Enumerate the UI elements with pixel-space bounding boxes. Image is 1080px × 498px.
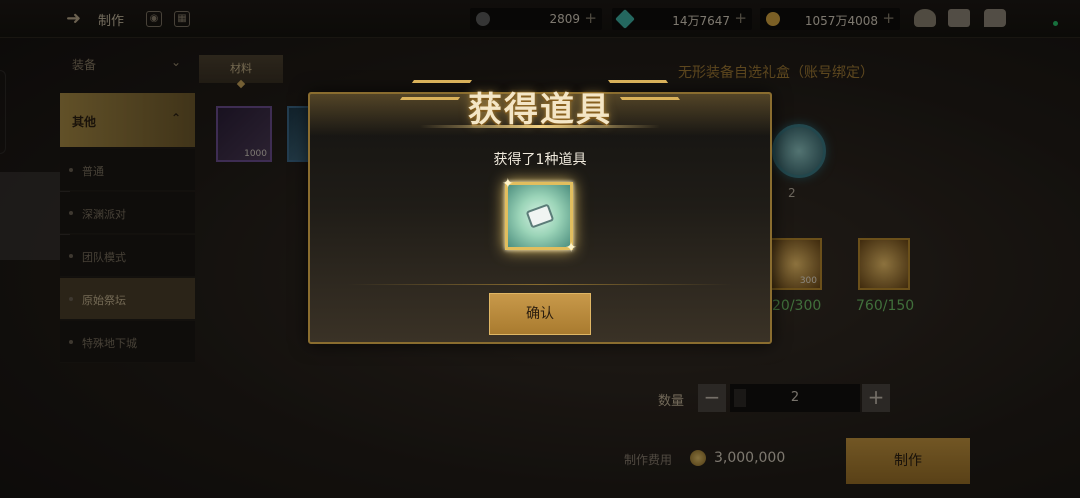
- quantity-slider-knob[interactable]: [734, 389, 746, 407]
- category-other[interactable]: 其他 ⌃: [60, 93, 195, 147]
- recipe-title: 无形装备自选礼盒（账号绑定）: [678, 65, 874, 81]
- currency-slot-3: 1057万4008 +: [760, 8, 900, 30]
- cost-value: 3,000,000: [714, 450, 786, 466]
- quantity-label: 数量: [658, 394, 685, 409]
- sparkle-icon: ✦: [565, 240, 577, 256]
- dialog-message: 获得了1种道具: [493, 152, 587, 168]
- gold-coin-icon: [690, 450, 706, 466]
- ingredient-slot[interactable]: [858, 238, 910, 290]
- recipe-output-icon[interactable]: [772, 124, 826, 178]
- gem-currency-icon: [615, 9, 635, 29]
- bag-icon[interactable]: [914, 9, 936, 27]
- quantity-increase-button[interactable]: +: [862, 384, 890, 412]
- currency-value: 14万7647: [672, 14, 730, 28]
- currency-value: 1057万4008: [804, 14, 878, 28]
- chevron-up-icon: ⌃: [170, 111, 181, 125]
- subcategory-item[interactable]: 普通: [60, 149, 195, 191]
- add-currency-button[interactable]: +: [882, 9, 895, 27]
- back-arrow-icon[interactable]: ➜: [66, 9, 88, 29]
- material-slot[interactable]: 1000: [216, 106, 272, 162]
- add-currency-button[interactable]: +: [734, 9, 747, 27]
- book-icon[interactable]: ▦: [174, 11, 190, 27]
- add-currency-button[interactable]: +: [584, 9, 597, 27]
- eye-icon[interactable]: ◉: [146, 11, 162, 27]
- tab-materials[interactable]: 材料: [199, 55, 283, 83]
- cost-label: 制作费用: [624, 453, 673, 467]
- dialog-divider: [348, 284, 732, 285]
- moon-currency-icon: [476, 12, 490, 26]
- quantity-decrease-button[interactable]: −: [698, 384, 726, 412]
- ingredient-count: 300: [799, 276, 817, 286]
- ingredient-ratio: 20/300: [772, 298, 822, 314]
- status-dot: [1053, 21, 1058, 26]
- page-title: 制作: [98, 14, 125, 29]
- output-count: 2: [788, 186, 796, 200]
- quantity-value: 2: [790, 390, 800, 405]
- subcategory-item[interactable]: 特殊地下城: [60, 321, 195, 363]
- sparkle-icon: ✦: [502, 176, 514, 192]
- reward-item-icon[interactable]: ✦ ✦: [502, 176, 577, 256]
- craft-button[interactable]: 制作: [846, 438, 970, 484]
- top-bar: ➜ 制作 ◉ ▦ 2809 + 14万7647 + 1057万4008 +: [0, 0, 1080, 38]
- subcategory-item-active[interactable]: 原始祭坛: [60, 278, 195, 320]
- material-count: 1000: [244, 149, 267, 159]
- screen-edge-handle: [0, 70, 6, 154]
- banner-glow: [420, 125, 660, 128]
- ingredient-ratio: 760/150: [856, 298, 915, 314]
- currency-slot-2: 14万7647 +: [612, 8, 752, 30]
- subcategory-item[interactable]: 深渊派对: [60, 192, 195, 234]
- category-label: 装备: [72, 58, 97, 72]
- mail-icon[interactable]: [948, 9, 970, 27]
- confirm-button[interactable]: 确认: [489, 293, 591, 335]
- quantity-input[interactable]: 2: [730, 384, 860, 412]
- subcategory-item[interactable]: 团队模式: [60, 235, 195, 277]
- ingredient-slot[interactable]: 300: [770, 238, 822, 290]
- currency-value: 2809: [549, 12, 580, 26]
- category-label: 其他: [72, 115, 97, 129]
- chevron-down-icon: ⌄: [170, 55, 181, 69]
- reward-banner: 获得道具: [399, 74, 681, 130]
- currency-slot-1: 2809 +: [470, 8, 602, 30]
- crafting-screen: ➜ 制作 ◉ ▦ 2809 + 14万7647 + 1057万4008 + 装备…: [0, 0, 1080, 498]
- dialog-title: 获得道具: [468, 90, 612, 130]
- item-emblem: [525, 203, 555, 229]
- chat-icon[interactable]: [984, 9, 1006, 27]
- category-equipment[interactable]: 装备 ⌄: [60, 46, 195, 84]
- gold-coin-icon: [766, 12, 780, 26]
